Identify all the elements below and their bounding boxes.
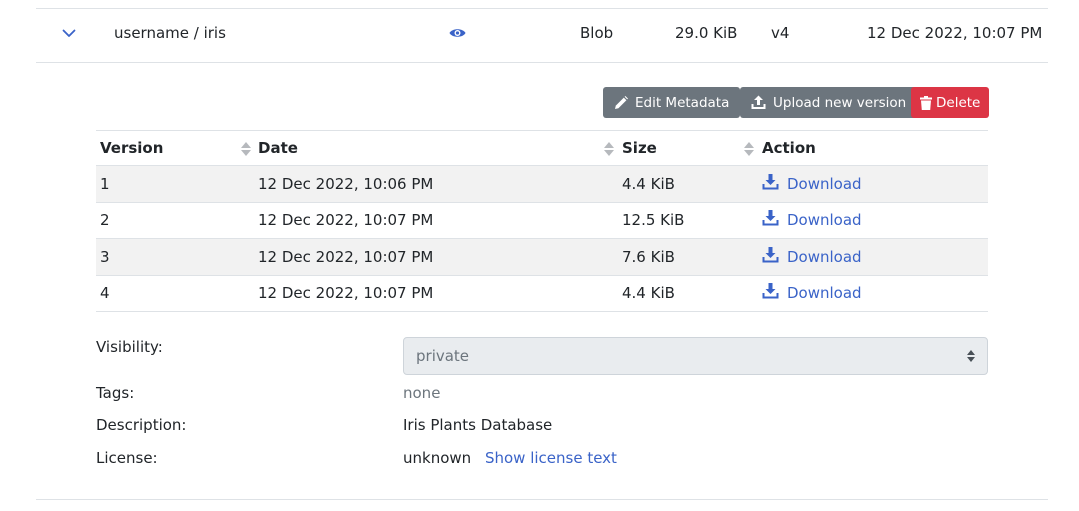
column-header-action: Action [762, 139, 816, 157]
column-header-date[interactable]: Date [258, 131, 298, 165]
sort-icon[interactable] [744, 142, 754, 156]
dataset-type: Blob [580, 24, 614, 42]
cell-date: 12 Dec 2022, 10:07 PM [258, 247, 434, 266]
versions-table: Version Date Size Action 1 12 Dec 2022, … [96, 130, 988, 312]
table-row: 2 12 Dec 2022, 10:07 PM 12.5 KiB Downloa… [96, 203, 988, 239]
visibility-label: Visibility: [96, 338, 163, 356]
visibility-select[interactable]: private [403, 337, 988, 375]
dataset-summary-row[interactable]: username / iris Blob 29.0 KiB v4 12 Dec … [36, 9, 1048, 62]
download-label: Download [787, 174, 862, 193]
bottom-divider [36, 499, 1048, 500]
download-icon [762, 283, 779, 303]
dataset-version: v4 [771, 24, 790, 42]
description-label: Description: [96, 416, 187, 434]
cell-version: 3 [100, 247, 110, 266]
table-header-row: Version Date Size Action [96, 130, 988, 166]
column-header-version[interactable]: Version [100, 131, 163, 165]
table-row: 3 12 Dec 2022, 10:07 PM 7.6 KiB Download [96, 239, 988, 276]
pencil-icon [614, 95, 628, 110]
tags-label: Tags: [96, 384, 135, 402]
eye-icon[interactable] [447, 9, 467, 57]
cell-date: 12 Dec 2022, 10:06 PM [258, 174, 434, 193]
download-icon [762, 173, 779, 194]
cell-size: 12.5 KiB [622, 211, 685, 230]
cell-date: 12 Dec 2022, 10:07 PM [258, 284, 434, 303]
table-row: 1 12 Dec 2022, 10:06 PM 4.4 KiB Download [96, 166, 988, 203]
cell-version: 1 [100, 174, 110, 193]
dataset-owner: username [114, 24, 189, 42]
license-label: License: [96, 449, 158, 467]
cell-version: 2 [100, 211, 110, 230]
download-label: Download [787, 247, 862, 266]
download-link[interactable]: Download [762, 203, 862, 239]
dataset-title: iris [203, 24, 226, 42]
download-link[interactable]: Download [762, 239, 862, 275]
cell-size: 4.4 KiB [622, 174, 675, 193]
visibility-select-value: private [416, 347, 470, 365]
cell-version: 4 [100, 284, 110, 303]
edit-metadata-label: Edit Metadata [635, 94, 730, 111]
edit-metadata-button[interactable]: Edit Metadata [603, 87, 741, 118]
download-link[interactable]: Download [762, 276, 862, 312]
upload-icon [751, 95, 766, 110]
dataset-date: 12 Dec 2022, 10:07 PM [867, 24, 1043, 42]
dataset-separator: / [189, 24, 204, 42]
trash-icon [920, 95, 932, 110]
delete-button[interactable]: Delete [911, 87, 990, 118]
sort-icon[interactable] [241, 142, 251, 156]
dataset-name: username / iris [114, 9, 226, 57]
download-link[interactable]: Download [762, 166, 862, 202]
upload-new-version-button[interactable]: Upload new version [740, 87, 918, 118]
delete-label: Delete [936, 94, 981, 111]
show-license-link[interactable]: Show license text [485, 449, 617, 467]
license-name: unknown [403, 449, 472, 467]
chevron-down-icon[interactable] [60, 9, 78, 57]
cell-size: 4.4 KiB [622, 284, 675, 303]
cell-date: 12 Dec 2022, 10:07 PM [258, 211, 434, 230]
cell-size: 7.6 KiB [622, 247, 675, 266]
sort-icon[interactable] [604, 142, 614, 156]
summary-divider [36, 62, 1048, 63]
download-icon [762, 246, 779, 267]
download-icon [762, 210, 779, 230]
download-label: Download [787, 284, 862, 303]
tags-value: none [403, 384, 441, 402]
table-row: 4 12 Dec 2022, 10:07 PM 4.4 KiB Download [96, 276, 988, 312]
upload-new-version-label: Upload new version [773, 94, 907, 111]
column-header-size[interactable]: Size [622, 131, 657, 165]
dataset-size: 29.0 KiB [675, 24, 738, 42]
select-arrows-icon [967, 350, 975, 362]
description-value: Iris Plants Database [403, 416, 553, 434]
download-label: Download [787, 211, 862, 230]
license-value: unknown Show license text [403, 449, 617, 467]
